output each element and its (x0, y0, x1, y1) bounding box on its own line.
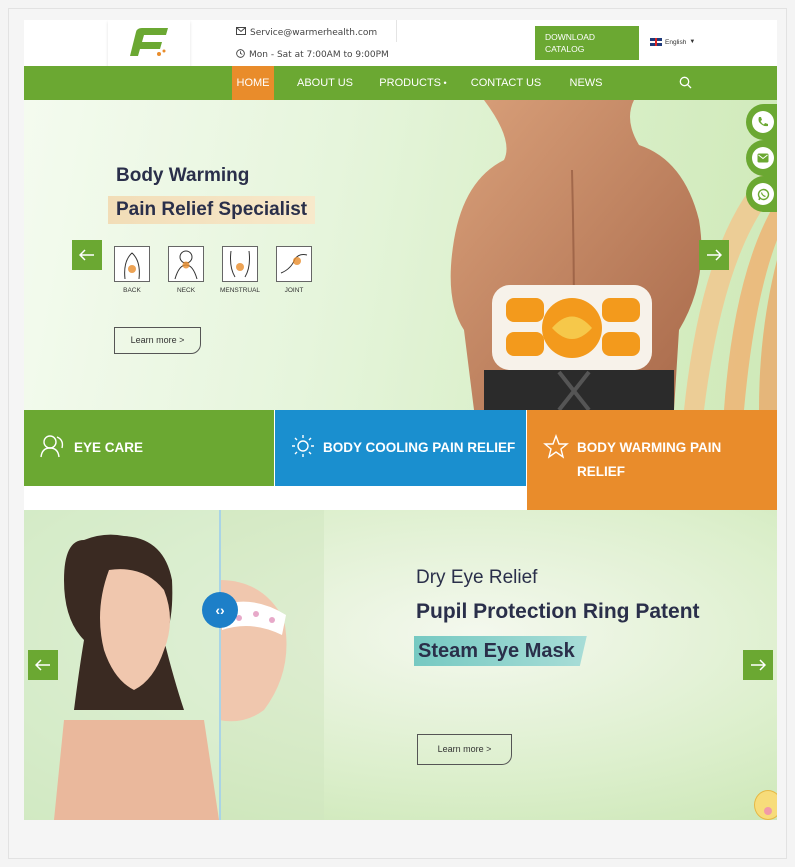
model-back-image (450, 100, 702, 410)
hero-prev-arrow[interactable] (72, 240, 102, 270)
eye-care-icon (40, 435, 64, 458)
eye-banner-line3: Steam Eye Mask (414, 636, 587, 666)
joint-pain-icon (276, 246, 312, 282)
email-text: Service@warmerhealth.com (250, 27, 378, 38)
nav-contact[interactable]: CONTACT US (470, 66, 542, 100)
back-label: BACK (123, 287, 141, 294)
hero-learn-more-button[interactable]: Learn more > (114, 327, 201, 354)
eye-banner-line1: Dry Eye Relief (416, 567, 538, 588)
body-warming-band: BODY WARMING PAIN RELIEF (527, 410, 777, 510)
caret-down-icon: ▼ (689, 39, 696, 45)
body-cooling-label: BODY COOLING PAIN RELIEF (323, 440, 516, 455)
dropdown-icon: • (441, 78, 447, 88)
nav-about[interactable]: ABOUT US (292, 66, 358, 100)
language-selector[interactable]: English ▼ (650, 38, 695, 46)
eye-care-label: EYE CARE (74, 440, 144, 455)
divider (396, 20, 397, 42)
nav-products-label: PRODUCTS (379, 77, 442, 89)
clock-icon (236, 49, 245, 61)
eye-banner-next-arrow[interactable] (743, 650, 773, 680)
download-label-line1: DOWNLOAD (545, 32, 596, 42)
back-pain-icon (114, 246, 150, 282)
hours-text: Mon - Sat at 7:00AM to 9:00PM (249, 50, 389, 60)
hero-headline: Body Warming (116, 165, 250, 186)
whatsapp-icon (752, 183, 774, 205)
nav-news[interactable]: NEWS (564, 66, 608, 100)
main-nav: HOME ABOUT US PRODUCTS • CONTACT US NEWS (24, 66, 777, 100)
uk-flag-icon (650, 38, 662, 46)
language-label: English (665, 38, 687, 46)
page: Service@warmerhealth.com Mon - Sat at 7:… (24, 20, 777, 820)
sun-icon (292, 435, 314, 457)
menstrual-pain-icon (222, 246, 258, 282)
nav-home-label: HOME (236, 77, 270, 89)
whatsapp-float-button[interactable] (746, 176, 777, 212)
hero-subheadline: Pain Relief Specialist (108, 196, 316, 224)
hero-banner: Body Warming Pain Relief Specialist BACK… (24, 100, 777, 410)
eye-banner-line2: Pupil Protection Ring Patent (416, 600, 700, 623)
body-cooling-band: BODY COOLING PAIN RELIEF (275, 410, 526, 486)
compare-slider-handle[interactable]: ‹› (202, 592, 238, 628)
phone-icon (752, 111, 774, 133)
nav-home[interactable]: HOME (232, 66, 274, 100)
hero-next-arrow[interactable] (699, 240, 729, 270)
nav-about-label: ABOUT US (296, 77, 354, 89)
nav-contact-label: CONTACT US (470, 77, 542, 89)
chat-mascot-icon[interactable] (754, 790, 777, 820)
eye-care-band: EYE CARE (24, 410, 274, 486)
download-catalog-button[interactable]: DOWNLOAD CATALOG (535, 26, 639, 60)
nav-products[interactable]: PRODUCTS • (378, 66, 448, 100)
category-body-warming[interactable]: BODY WARMING PAIN RELIEF (527, 410, 777, 510)
compare-divider[interactable] (219, 510, 221, 820)
phone-float-button[interactable] (746, 104, 777, 140)
nav-news-label: NEWS (569, 77, 603, 89)
model-face-image (24, 510, 324, 820)
category-eye-care[interactable]: EYE CARE (24, 410, 274, 510)
star-icon (543, 434, 569, 459)
email-float-button[interactable] (746, 140, 777, 176)
mail-outline-icon (236, 27, 246, 38)
joint-label: JOINT (284, 287, 304, 294)
menstrual-label: MENSTRUAL (219, 287, 261, 294)
eye-mask-banner: ‹› Dry Eye Relief Pupil Protection Ring … (24, 510, 777, 820)
category-body-cooling[interactable]: BODY COOLING PAIN RELIEF (275, 410, 526, 510)
top-bar: Service@warmerhealth.com Mon - Sat at 7:… (24, 20, 777, 66)
neck-pain-icon (168, 246, 204, 282)
search-icon[interactable] (679, 76, 692, 89)
email-icon (752, 147, 774, 169)
hours-info: Mon - Sat at 7:00AM to 9:00PM (236, 49, 389, 61)
email-contact[interactable]: Service@warmerhealth.com (236, 27, 377, 38)
download-label-line2: CATALOG (545, 44, 585, 54)
neck-label: NECK (176, 287, 196, 294)
body-warming-label: BODY WARMING PAIN RELIEF (577, 440, 722, 479)
eye-banner-learn-more-button[interactable]: Learn more > (417, 734, 512, 765)
brand-logo[interactable] (108, 20, 190, 66)
eye-banner-prev-arrow[interactable] (28, 650, 58, 680)
